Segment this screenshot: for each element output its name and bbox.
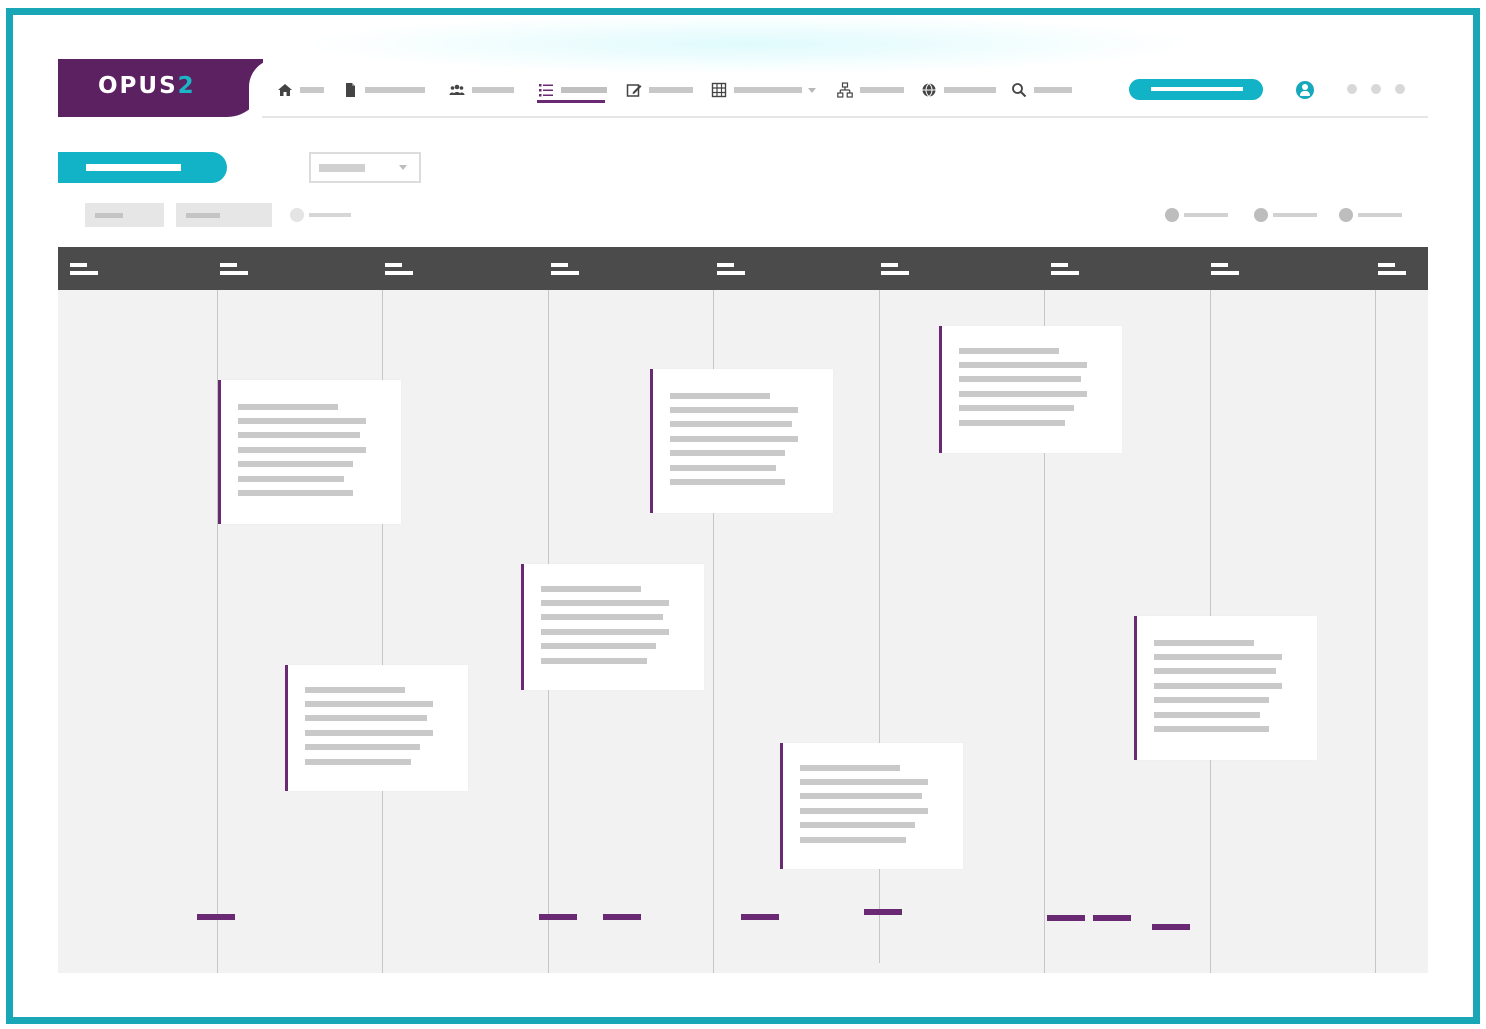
nav-structure[interactable] [836,80,904,100]
timeline-canvas[interactable] [58,247,1428,973]
event-card[interactable] [939,326,1122,453]
view-option-3[interactable] [1339,208,1402,222]
tick-label [717,263,745,275]
nav-chronology-label [561,87,607,93]
event-card[interactable] [521,564,704,690]
edit-icon [625,81,643,99]
globe-icon [920,81,938,99]
view-select-value [319,164,365,172]
timeline-gridline [1375,290,1376,973]
nav-search-label [1034,87,1072,93]
background-glow [300,14,1200,74]
nav-people[interactable] [448,80,514,100]
radio-label [1273,213,1317,217]
filter-chip-label [95,213,123,218]
tick-label [1378,263,1406,275]
nav-notes[interactable] [625,80,693,100]
nav-structure-label [860,87,904,93]
app-logo[interactable]: OPUS2 [58,59,277,117]
toggle-knob [290,208,304,222]
radio-dot [1165,208,1179,222]
list-icon [537,81,555,99]
nav-web[interactable] [920,80,996,100]
nav-notes-label [649,87,693,93]
nav-chronology[interactable] [537,80,607,100]
logo-text: OPUS2 [98,73,196,99]
tick-label [881,263,909,275]
nav-documents[interactable] [341,80,425,100]
filter-chip-2[interactable] [176,203,272,227]
radio-dot [1339,208,1353,222]
header-action-label [1151,87,1243,91]
radio-dot [1254,208,1268,222]
timeline-marker[interactable] [197,914,235,920]
nav-documents-label [365,87,425,93]
timeline-marker[interactable] [603,914,641,920]
timeline-header [58,247,1428,290]
view-option-1[interactable] [1165,208,1228,222]
radio-label [1184,213,1228,217]
add-event-button[interactable] [58,152,227,183]
timeline-marker[interactable] [539,914,577,920]
toggle-label [309,213,351,217]
nav-people-label [472,87,514,93]
search-icon [1010,81,1028,99]
chevron-down-icon [399,165,407,170]
grid-icon [710,81,728,99]
nav-home[interactable] [276,80,324,100]
view-option-2[interactable] [1254,208,1317,222]
view-select[interactable] [309,152,421,183]
event-card[interactable] [285,665,468,791]
nav-search[interactable] [1010,80,1072,100]
nav-tables[interactable] [710,80,816,100]
document-icon [341,81,359,99]
radio-label [1358,213,1402,217]
event-card[interactable] [218,380,401,524]
tick-label [1051,263,1079,275]
header-action-button[interactable] [1129,79,1263,100]
active-tab-indicator [537,100,605,103]
hierarchy-icon [836,81,854,99]
add-event-label [86,164,181,171]
tick-label [70,263,98,275]
users-icon [448,81,466,99]
nav-home-label [300,87,324,93]
tick-label [1211,263,1239,275]
header-divider [262,116,1428,118]
nav-web-label [944,87,996,93]
more-dots-icon[interactable] [1347,84,1405,94]
timeline-marker[interactable] [864,909,902,915]
event-card[interactable] [1134,616,1317,760]
tick-label [385,263,413,275]
event-card[interactable] [780,743,963,869]
filter-chip-label [186,213,220,218]
filter-chip-1[interactable] [85,203,164,227]
event-card[interactable] [650,369,833,513]
timeline-marker[interactable] [1152,924,1190,930]
chevron-down-icon [808,87,816,93]
tick-label [220,263,248,275]
user-avatar-icon[interactable] [1296,81,1314,99]
timeline-marker[interactable] [1047,915,1085,921]
tick-label [551,263,579,275]
nav-tables-label [734,87,802,93]
filter-toggle[interactable] [290,208,351,222]
timeline-marker[interactable] [1093,915,1131,921]
timeline-marker[interactable] [741,914,779,920]
home-icon [276,81,294,99]
